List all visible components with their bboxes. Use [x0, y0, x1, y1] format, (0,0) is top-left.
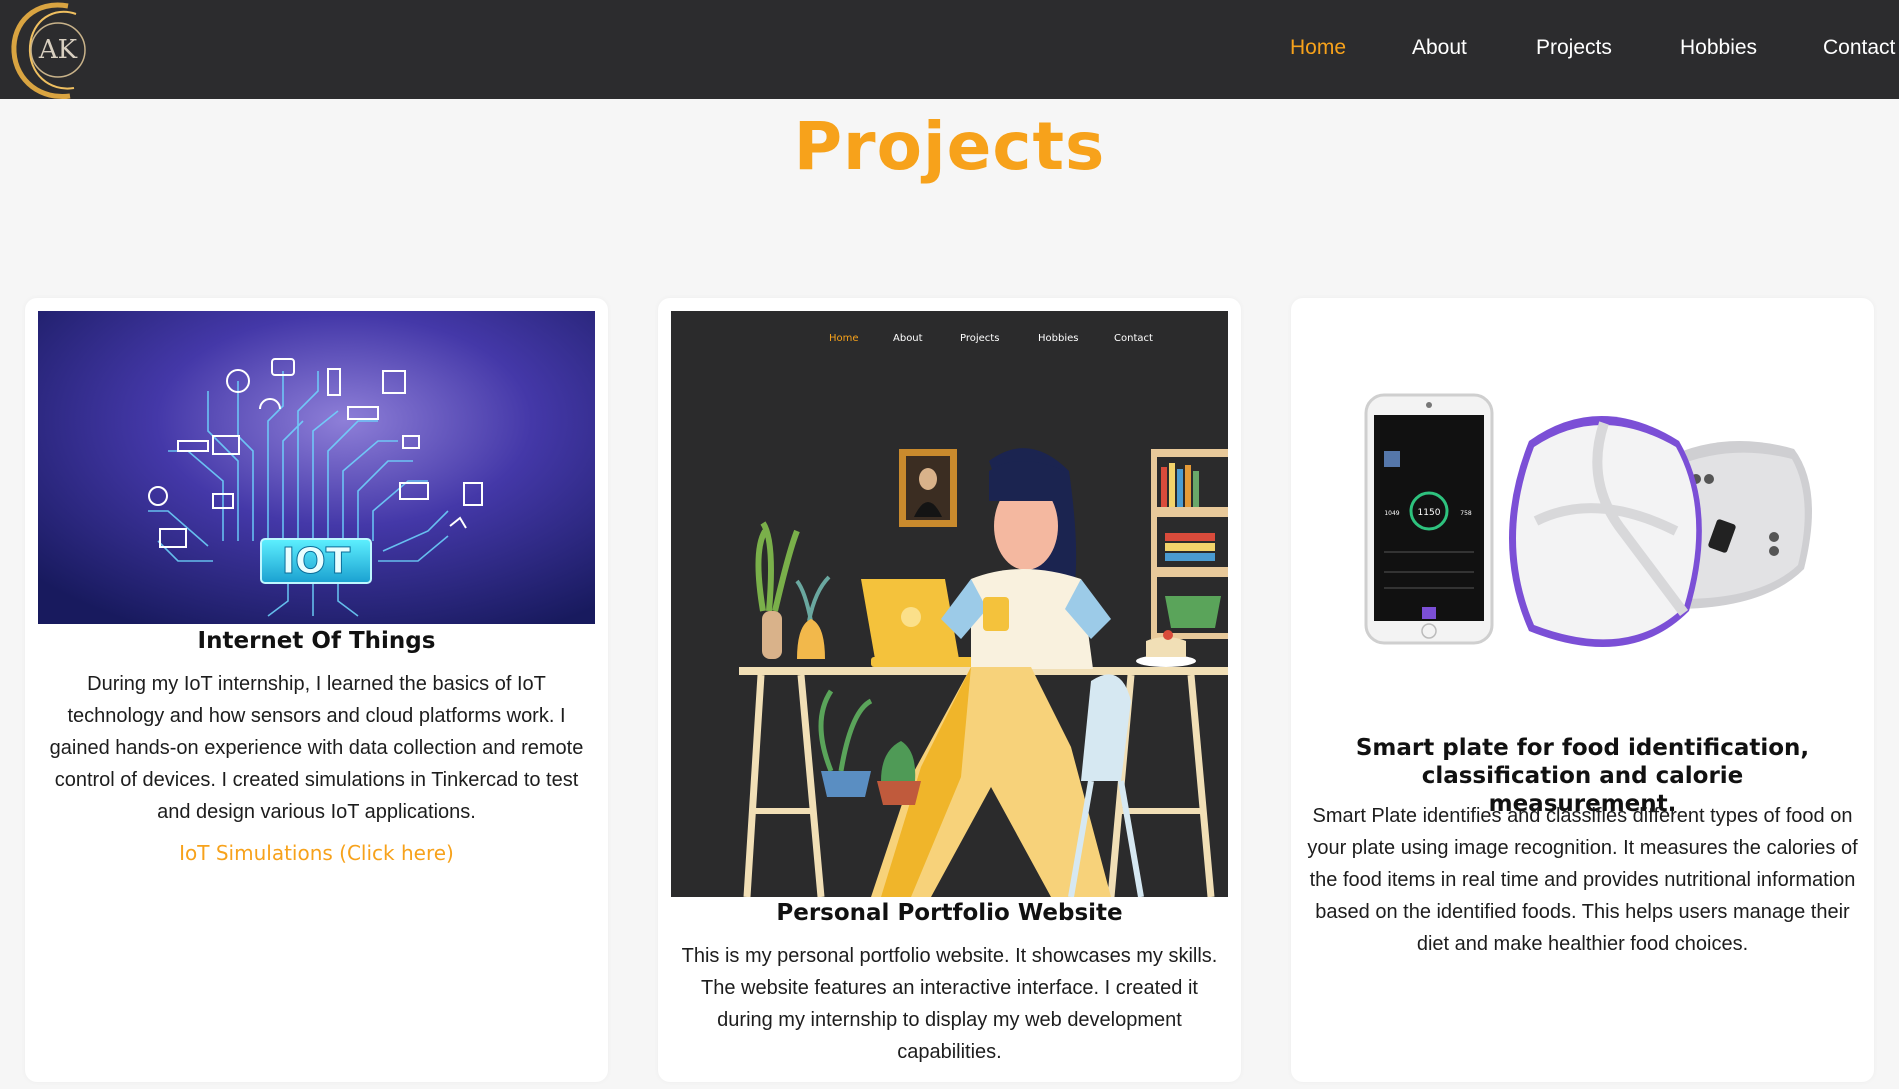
svg-text:1150: 1150 — [1418, 508, 1441, 518]
project-card-iot: IOT Internet Of Things During my IoT int… — [25, 298, 608, 1082]
svg-text:Projects: Projects — [960, 333, 999, 344]
svg-text:IOT: IOT — [282, 541, 351, 582]
nav-links: Home About Projects Hobbies Contact — [0, 0, 1899, 99]
svg-text:Home: Home — [829, 333, 859, 344]
top-navbar: AK Home About Projects Hobbies Contact — [0, 0, 1899, 100]
svg-text:758: 758 — [1460, 510, 1472, 517]
iot-simulations-link[interactable]: IoT Simulations (Click here) — [25, 841, 608, 865]
svg-text:Hobbies: Hobbies — [1038, 333, 1078, 344]
svg-text:1049: 1049 — [1384, 510, 1399, 517]
page-title: Projects — [793, 108, 1106, 185]
iot-image: IOT — [38, 311, 595, 624]
nav-contact[interactable]: Contact — [1823, 36, 1895, 60]
smart-plate-image: 1150 1049 758 — [1304, 311, 1861, 711]
project-description: During my IoT internship, I learned the … — [49, 673, 584, 823]
project-title: Internet Of Things — [197, 628, 436, 654]
portfolio-image: Home About Projects Hobbies Contact — [671, 311, 1228, 897]
project-card-portfolio: Home About Projects Hobbies Contact Pers… — [658, 298, 1241, 1082]
svg-text:About: About — [893, 333, 923, 344]
svg-text:Contact: Contact — [1114, 333, 1153, 344]
nav-home[interactable]: Home — [1290, 36, 1346, 60]
nav-projects[interactable]: Projects — [1536, 36, 1612, 60]
project-description: This is my personal portfolio website. I… — [681, 945, 1218, 1063]
project-title: Personal Portfolio Website — [776, 900, 1123, 926]
project-card-smart-plate: 1150 1049 758 Smart plate for food ident… — [1291, 298, 1874, 1082]
nav-about[interactable]: About — [1412, 36, 1467, 60]
nav-hobbies[interactable]: Hobbies — [1680, 36, 1757, 60]
project-description: Smart Plate identifies and classifies di… — [1307, 805, 1858, 955]
